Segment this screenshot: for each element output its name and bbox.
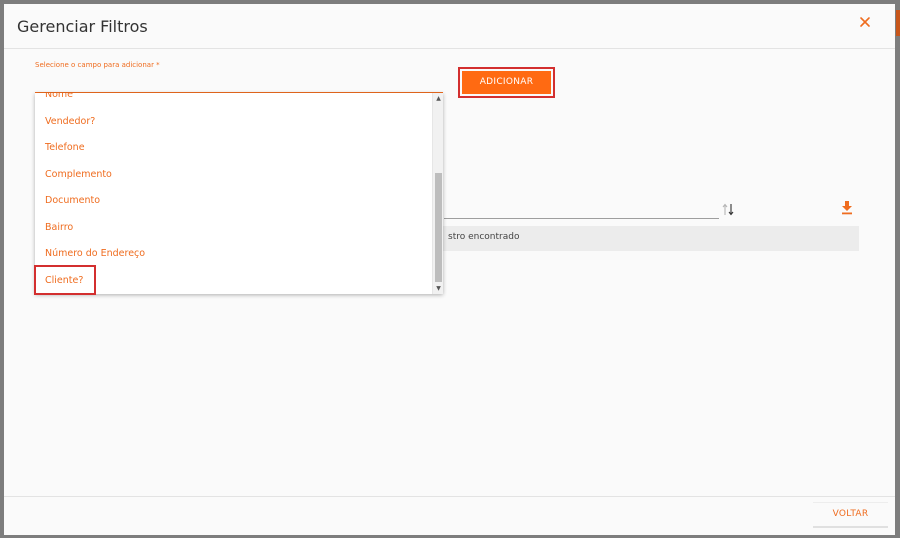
dropdown-option[interactable]: Vendedor? — [35, 109, 431, 136]
field-dropdown-list: Nome Vendedor? Telefone Complemento Docu… — [35, 93, 443, 294]
scrollbar-thumb[interactable] — [435, 173, 442, 282]
table-search-underline — [444, 218, 719, 219]
manage-filters-dialog: Gerenciar Filtros Selecione o campo para… — [4, 4, 895, 535]
download-icon[interactable] — [840, 199, 854, 215]
dropdown-option[interactable]: Número do Endereço — [35, 241, 431, 268]
empty-state-text: stro encontrado — [448, 232, 520, 242]
background-accent — [896, 10, 900, 36]
scroll-up-icon[interactable]: ▲ — [435, 95, 442, 102]
close-icon[interactable] — [855, 12, 875, 32]
dropdown-option[interactable]: Bairro — [35, 215, 431, 242]
field-label: Selecione o campo para adicionar * — [35, 61, 160, 69]
footer-divider — [4, 496, 895, 497]
scroll-down-icon[interactable]: ▼ — [435, 285, 442, 292]
dropdown-option[interactable]: Documento — [35, 188, 431, 215]
dropdown-option[interactable]: Telefone — [35, 135, 431, 162]
add-button[interactable]: ADICIONAR — [462, 71, 551, 94]
dropdown-option-cliente[interactable]: Cliente? — [35, 268, 431, 295]
back-button[interactable]: VOLTAR — [813, 502, 888, 528]
dropdown-option[interactable]: Complemento — [35, 162, 431, 189]
sort-arrows-icon[interactable] — [720, 201, 736, 217]
dropdown-option[interactable]: Nome — [35, 93, 431, 109]
dialog-header: Gerenciar Filtros — [4, 4, 895, 49]
dialog-title: Gerenciar Filtros — [17, 17, 148, 36]
dropdown-scrollbar[interactable]: ▲ ▼ — [432, 93, 443, 294]
